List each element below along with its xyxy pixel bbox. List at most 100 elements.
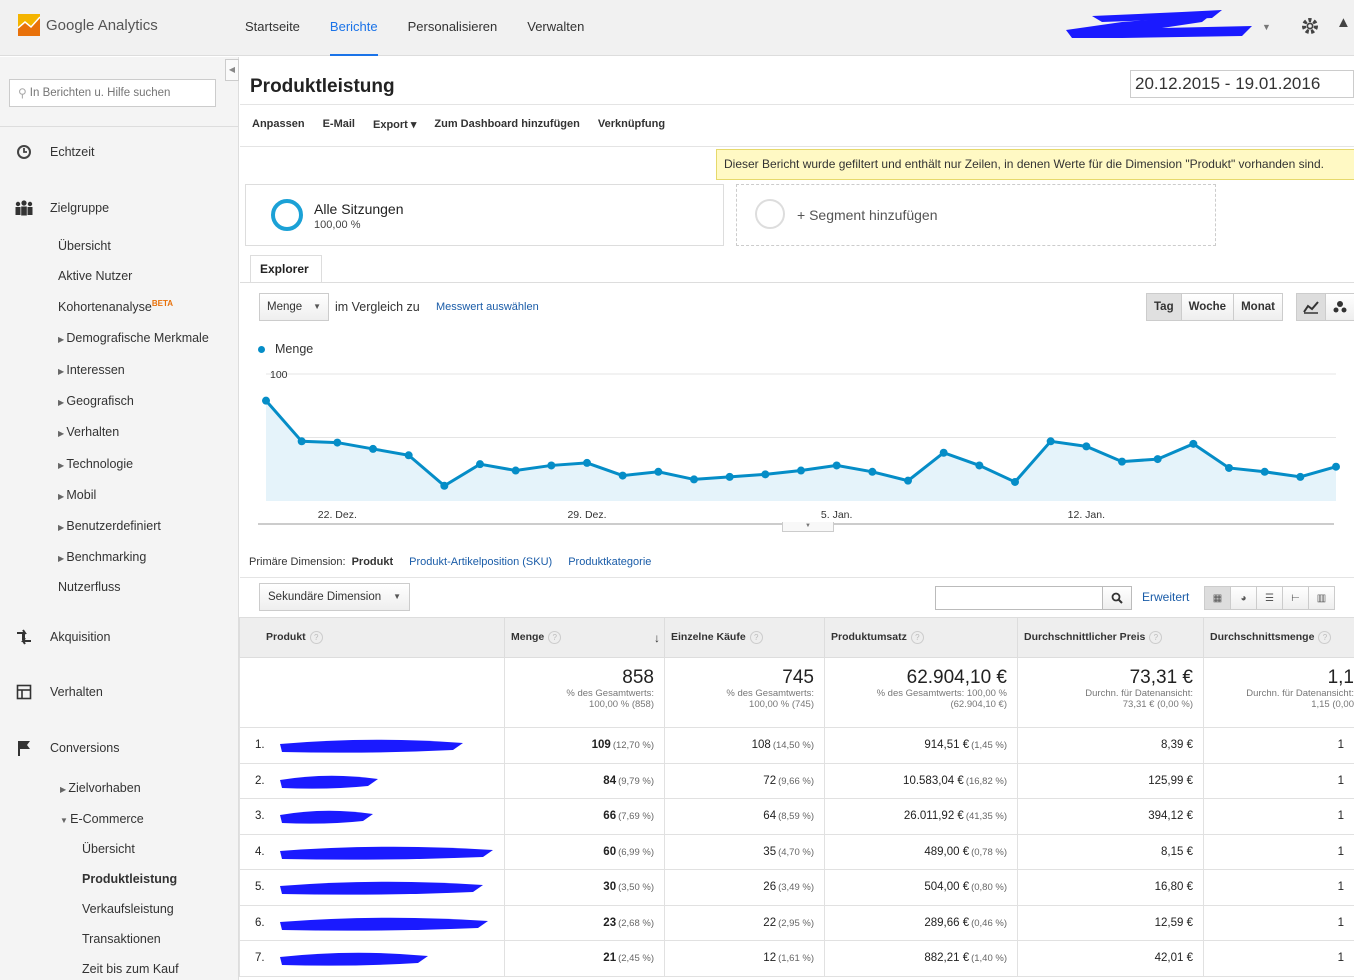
sidebar-label: Conversions [50, 741, 120, 755]
durchschnittsmenge-cell: 1 [1203, 904, 1354, 941]
email-button[interactable]: E-Mail [323, 118, 355, 131]
table-row[interactable]: 6. 23 (2,68 %) 22 (2,95 %) 289,66 € (0,46 %) 12… [239, 904, 1354, 941]
product-cell[interactable]: 3. [239, 798, 505, 835]
performance-view-icon[interactable]: ☰ [1256, 586, 1283, 610]
grid-view-icon[interactable]: ▦ [1204, 586, 1231, 610]
sidebar-item-echtzeit[interactable]: Echtzeit [0, 144, 94, 160]
secondary-dimension-dropdown[interactable]: Sekundäre Dimension ▼ [259, 583, 410, 611]
data-point [797, 466, 805, 475]
nav-berichte[interactable]: Berichte [329, 0, 378, 56]
sidebar-item-zielvorhaben[interactable]: ▶ Zielvorhaben [60, 781, 141, 795]
sidebar-item-transaktionen[interactable]: Transaktionen [82, 932, 161, 946]
gear-icon[interactable] [1298, 14, 1322, 38]
header-einzelne-kaeufe[interactable]: Einzelne Käufe? [664, 617, 825, 658]
sidebar-item-verhalten[interactable]: Verhalten [0, 684, 103, 700]
table-row[interactable]: 5. 30 (3,50 %) 26 (3,49 %) 504,00 € (0,80 %) 16… [239, 869, 1354, 906]
table-search[interactable] [935, 586, 1103, 610]
product-cell[interactable]: 2. [239, 762, 505, 799]
pie-view-icon[interactable]: ◕ [1230, 586, 1257, 610]
table-row[interactable]: 2. 84 (9,79 %) 72 (9,66 %) 10.583,04 € (16,82 … [239, 762, 1354, 799]
shortcut-button[interactable]: Verknüpfung [598, 118, 665, 131]
table-search-button[interactable] [1102, 586, 1132, 610]
segment-all-sessions[interactable]: Alle Sitzungen 100,00 % [245, 184, 724, 246]
product-cell[interactable]: 6. [239, 904, 505, 941]
comparison-view-icon[interactable]: ⊢ [1282, 586, 1309, 610]
advanced-filter-link[interactable]: Erweitert [1142, 590, 1189, 604]
help-icon[interactable]: ? [309, 631, 323, 644]
user-icon[interactable]: ▲ [1336, 14, 1351, 31]
sidebar-item-produktleistung[interactable]: Produktleistung [82, 872, 177, 886]
sidebar-item-uebersicht[interactable]: Übersicht [58, 239, 111, 253]
table-row[interactable]: 1. 109 (12,70 %) 108 (14,50 %) 914,51 € (1,45 … [239, 727, 1354, 764]
product-cell[interactable]: 5. [239, 869, 505, 906]
header-produktumsatz[interactable]: Produktumsatz? [824, 617, 1018, 658]
sidebar-item-zielgruppe[interactable]: Zielgruppe [0, 200, 109, 216]
help-icon[interactable]: ? [910, 631, 924, 644]
line-chart-button[interactable] [1296, 293, 1326, 321]
data-point [832, 461, 841, 470]
collapse-sidebar-button[interactable]: ◀ [225, 59, 239, 81]
date-range-picker[interactable]: 20.12.2015 - 19.01.2016 [1130, 70, 1354, 98]
help-icon[interactable]: ? [749, 631, 763, 644]
chart-legend: Menge [258, 342, 313, 356]
product-cell[interactable]: 4. [239, 833, 505, 870]
add-to-dashboard-button[interactable]: Zum Dashboard hinzufügen [434, 118, 579, 131]
customize-button[interactable]: Anpassen [252, 118, 305, 131]
header-label: Durchschnittsmenge [1210, 631, 1315, 643]
motion-chart-button[interactable] [1325, 293, 1354, 321]
sidebar-item-benutzerdefiniert[interactable]: ▶ Benutzerdefiniert [58, 519, 161, 533]
granularity-day-button[interactable]: Tag [1146, 293, 1182, 321]
granularity-week-button[interactable]: Woche [1180, 293, 1235, 321]
sidebar-item-verhalten-sub[interactable]: ▶ Verhalten [58, 425, 119, 439]
product-cell[interactable]: 1. [239, 727, 505, 764]
header-menge[interactable]: Menge? ↓ [504, 617, 665, 658]
sidebar-item-akquisition[interactable]: Akquisition [0, 628, 110, 646]
sidebar-item-technologie[interactable]: ▶ Technologie [58, 457, 133, 471]
table-search-input[interactable] [940, 587, 1100, 609]
table-row[interactable]: 4. 60 (6,99 %) 35 (4,70 %) 489,00 € (0,78 %) 8,… [239, 833, 1354, 870]
sidebar-item-kohortenanalyse[interactable]: KohortenanalyseBETA [58, 299, 173, 314]
segment-percent: 100,00 % [314, 219, 361, 231]
report-search[interactable]: ⚲ [9, 79, 216, 107]
dimension-link-category[interactable]: Produktkategorie [568, 556, 651, 568]
help-icon[interactable]: ? [1318, 631, 1332, 644]
product-cell[interactable]: 7. [239, 940, 505, 977]
sidebar-label: Benutzerdefiniert [66, 519, 161, 533]
nav-personalisieren[interactable]: Personalisieren [408, 0, 498, 56]
sidebar-item-geografisch[interactable]: ▶ Geografisch [58, 394, 134, 408]
sidebar-item-ecommerce-uebersicht[interactable]: Übersicht [82, 842, 135, 856]
report-search-input[interactable] [29, 87, 205, 99]
pivot-view-icon[interactable]: ▥ [1308, 586, 1335, 610]
sidebar-item-demografisch[interactable]: ▶ Demografische Merkmale [58, 331, 209, 345]
nav-startseite[interactable]: Startseite [245, 0, 300, 56]
sidebar-item-mobil[interactable]: ▶ Mobil [58, 488, 96, 502]
sidebar-item-conversions[interactable]: Conversions [0, 740, 119, 756]
sidebar-item-interessen[interactable]: ▶ Interessen [58, 363, 125, 377]
select-metric-link[interactable]: Messwert auswählen [436, 301, 539, 313]
dimension-link-sku[interactable]: Produkt-Artikelposition (SKU) [409, 556, 552, 568]
account-redaction[interactable] [1062, 8, 1258, 42]
ga-logo[interactable]: Google Analytics [17, 14, 158, 36]
sidebar-item-verkaufsleistung[interactable]: Verkaufsleistung [82, 902, 174, 916]
sidebar-item-benchmarking[interactable]: ▶ Benchmarking [58, 550, 146, 564]
header-produkt[interactable]: Produkt? [239, 617, 505, 658]
sidebar-item-zeit-bis-kauf[interactable]: Zeit bis zum Kauf [82, 962, 179, 976]
sidebar-item-aktive-nutzer[interactable]: Aktive Nutzer [58, 269, 132, 283]
table-row[interactable]: 7. 21 (2,45 %) 12 (1,61 %) 882,21 € (1,40 %) 42… [239, 940, 1354, 977]
explorer-divider [240, 282, 1354, 283]
sidebar-item-nutzerfluss[interactable]: Nutzerfluss [58, 580, 121, 594]
granularity-month-button[interactable]: Monat [1233, 293, 1283, 321]
account-dropdown-icon[interactable]: ▼ [1262, 22, 1271, 32]
add-segment-button[interactable]: + Segment hinzufügen [736, 184, 1216, 246]
header-durchschnittsmenge[interactable]: Durchschnittsmenge? [1203, 617, 1354, 658]
metric-dropdown[interactable]: Menge ▼ [259, 293, 329, 321]
table-row[interactable]: 3. 66 (7,69 %) 64 (8,59 %) 26.011,92 € (41,35 … [239, 798, 1354, 835]
help-icon[interactable]: ? [548, 630, 562, 644]
tab-explorer[interactable]: Explorer [250, 255, 322, 283]
export-button[interactable]: Export ▾ [373, 118, 416, 131]
help-icon[interactable]: ? [1149, 631, 1163, 644]
header-durchschn-preis[interactable]: Durchschnittlicher Preis? [1017, 617, 1204, 658]
chart-resize-handle[interactable]: ▼ [782, 522, 834, 532]
nav-verwalten[interactable]: Verwalten [527, 0, 584, 56]
sidebar-item-ecommerce[interactable]: ▼ E-Commerce [60, 812, 144, 826]
